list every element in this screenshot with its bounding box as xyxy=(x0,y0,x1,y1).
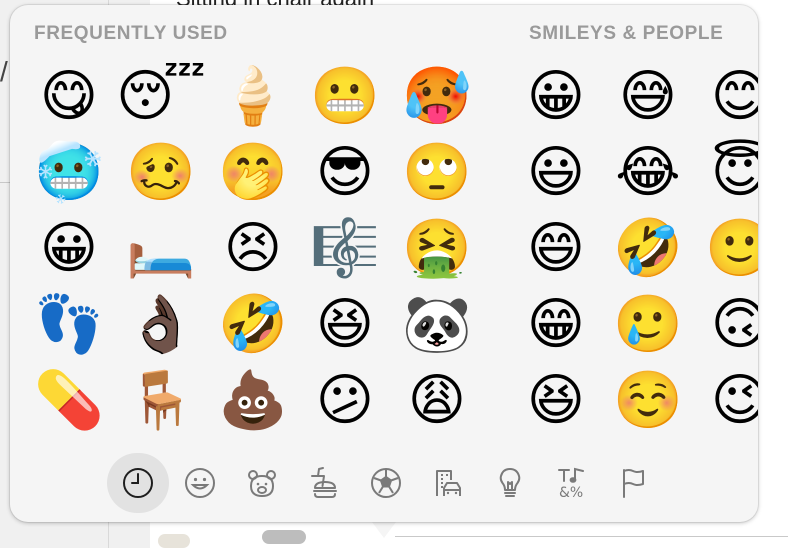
emoji-cell[interactable]: 😇 xyxy=(694,135,758,211)
building-car-icon xyxy=(436,470,461,496)
emoji-cell[interactable]: 🤣 xyxy=(602,211,694,287)
background-bubble xyxy=(262,530,306,544)
emoji-cell[interactable]: 😉 xyxy=(694,363,758,439)
emoji-cell[interactable]: 🍦 xyxy=(207,59,299,135)
emoji-cell[interactable]: 😂 xyxy=(602,135,694,211)
emoji-cell[interactable]: 💊 xyxy=(23,363,115,439)
emoji-cell[interactable]: 😅 xyxy=(602,59,694,135)
tab-frequently-used[interactable] xyxy=(107,453,169,513)
emoji-picker-popover: FREQUENTLY USED SMILEYS & PEOPLE 😋 😴 🍦 😬… xyxy=(10,5,758,522)
emoji-cell[interactable]: 🙄 xyxy=(391,135,483,211)
bear-icon xyxy=(248,470,276,498)
emoji-cell[interactable]: 👌🏿 xyxy=(115,287,207,363)
tab-objects[interactable] xyxy=(479,453,541,513)
section-header-smileys-people: SMILEYS & PEOPLE xyxy=(529,23,724,44)
emoji-cell[interactable]: 👣 xyxy=(23,287,115,363)
emoji-cell[interactable]: 🥵 xyxy=(391,59,483,135)
emoji-cell[interactable]: 😆 xyxy=(299,287,391,363)
section-header-frequently-used: FREQUENTLY USED xyxy=(34,23,228,44)
divider xyxy=(395,536,788,537)
emoji-cell[interactable]: 😀 xyxy=(510,59,602,135)
emoji-cell[interactable]: 😋 xyxy=(23,59,115,135)
soccer-ball-icon xyxy=(371,468,401,498)
emoji-cell[interactable]: 🥴 xyxy=(115,135,207,211)
emoji-cell[interactable]: 🥲 xyxy=(602,287,694,363)
emoji-cell[interactable]: 🙂 xyxy=(694,211,758,287)
emoji-cell[interactable]: 🪑 xyxy=(115,363,207,439)
tab-symbols[interactable]: &% xyxy=(541,453,603,513)
emoji-cell[interactable]: 😆 xyxy=(510,363,602,439)
emoji-cell[interactable]: 😩 xyxy=(391,363,483,439)
emoji-cell[interactable]: 🤮 xyxy=(391,211,483,287)
emoji-cell[interactable]: 😁 xyxy=(510,287,602,363)
emoji-cell[interactable]: 😀 xyxy=(23,211,115,287)
emoji-cell[interactable]: 😕 xyxy=(299,363,391,439)
tab-animals-nature[interactable] xyxy=(231,453,293,513)
emoji-cell[interactable]: 😣 xyxy=(207,211,299,287)
emoji-cell[interactable]: 🤣 xyxy=(207,287,299,363)
emoji-cell[interactable]: 😬 xyxy=(299,59,391,135)
smiley-icon xyxy=(185,468,215,498)
emoji-cell[interactable]: 😄 xyxy=(510,211,602,287)
emoji-cell[interactable]: 🤭 xyxy=(207,135,299,211)
clock-icon xyxy=(123,468,153,498)
emoji-cell[interactable]: 🥶 xyxy=(23,135,115,211)
emoji-cell[interactable]: 😃 xyxy=(510,135,602,211)
smileys-people-grid: 😀 😅 😊 😃 😂 😇 😄 🤣 🙂 😁 🥲 🙃 😆 ☺️ 😉 xyxy=(510,59,758,439)
tab-activity[interactable] xyxy=(355,453,417,513)
emoji-cell[interactable]: 🙃 xyxy=(694,287,758,363)
tab-flags[interactable] xyxy=(603,453,665,513)
emoji-cell[interactable]: 🐼 xyxy=(391,287,483,363)
background-bubble xyxy=(158,534,190,548)
lightbulb-icon xyxy=(499,468,521,497)
symbols-icon: &% xyxy=(558,467,584,500)
frequently-used-grid: 😋 😴 🍦 😬 🥵 🥶 🥴 🤭 😎 🙄 😀 🛏️ 😣 🎼 🤮 👣 👌🏿 🤣 😆 … xyxy=(23,59,483,439)
emoji-cell[interactable]: ☺️ xyxy=(602,363,694,439)
emoji-cell[interactable]: 🎼 xyxy=(299,211,391,287)
emoji-cell[interactable]: 😊 xyxy=(694,59,758,135)
tab-food-drink[interactable] xyxy=(293,453,355,513)
tab-smileys-people[interactable] xyxy=(169,453,231,513)
background-slash-text: / xyxy=(0,56,8,87)
flag-icon xyxy=(623,469,644,498)
emoji-cell[interactable]: 😴 xyxy=(115,59,207,135)
burger-drink-icon xyxy=(311,467,337,498)
emoji-cell[interactable]: 💩 xyxy=(207,363,299,439)
category-tab-bar: &% xyxy=(107,453,665,513)
emoji-cell[interactable]: 😎 xyxy=(299,135,391,211)
emoji-cell[interactable]: 🛏️ xyxy=(115,211,207,287)
svg-text:&%: &% xyxy=(559,485,583,500)
tab-travel-places[interactable] xyxy=(417,453,479,513)
